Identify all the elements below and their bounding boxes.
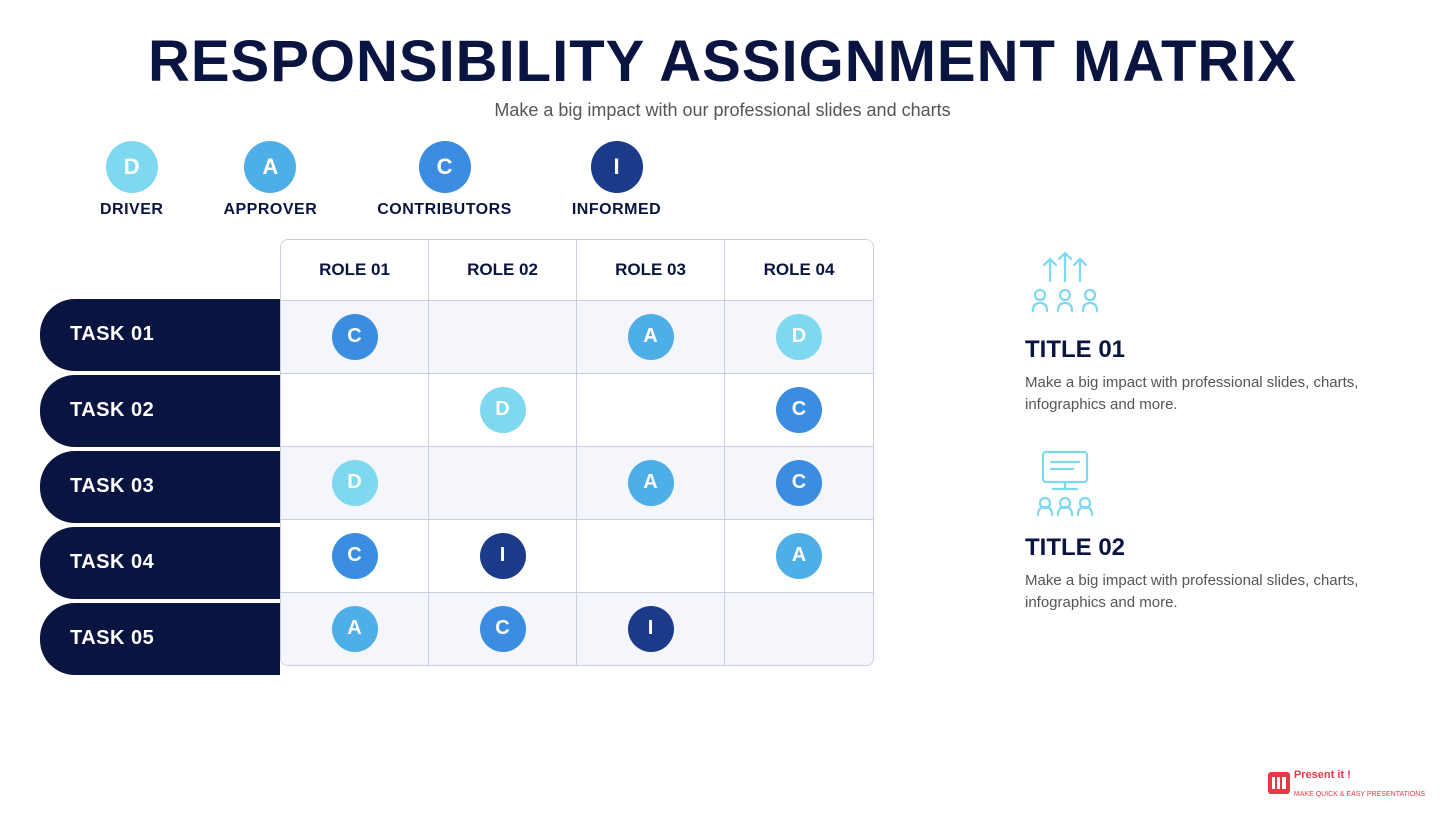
matrix-cell-r3-c2: [429, 447, 577, 519]
legend-label-informed: INFORMED: [572, 201, 661, 219]
legend-badge-informed: I: [591, 141, 643, 193]
matrix-body: CADDCDACCIAACI: [281, 301, 873, 665]
cell-badge-r3-c3: A: [628, 460, 674, 506]
matrix-row-3: DAC: [281, 447, 873, 520]
matrix-cell-r5-c2: C: [429, 593, 577, 665]
matrix-cell-r3-c4: C: [725, 447, 873, 519]
cell-badge-r4-c2: I: [480, 533, 526, 579]
legend-item-contributors: C CONTRIBUTORS: [377, 141, 512, 219]
matrix-header-col-3: ROLE 03: [577, 240, 725, 300]
legend-item-approver: A APPROVER: [223, 141, 317, 219]
legend-badge-contributors: C: [419, 141, 471, 193]
subtitle: Make a big impact with our professional …: [40, 100, 1405, 121]
matrix-row-4: CIA: [281, 520, 873, 593]
cell-badge-r3-c1: D: [332, 460, 378, 506]
task-labels: TASK 01TASK 02TASK 03TASK 04TASK 05: [40, 299, 280, 679]
right-card-2: TITLE 02 Make a big impact with professi…: [1025, 447, 1405, 615]
matrix-header-col-4: ROLE 04: [725, 240, 873, 300]
cell-badge-r5-c2: C: [480, 606, 526, 652]
matrix-cell-r3-c1: D: [281, 447, 429, 519]
header: RESPONSIBILITY ASSIGNMENT MATRIX Make a …: [40, 30, 1405, 121]
matrix-header-row: ROLE 01ROLE 02ROLE 03ROLE 04: [281, 240, 873, 301]
watermark-icon: [1268, 772, 1290, 794]
card-text-2: Make a big impact with professional slid…: [1025, 570, 1405, 615]
matrix-cell-r2-c2: D: [429, 374, 577, 446]
matrix-cell-r2-c3: [577, 374, 725, 446]
matrix-row-2: DC: [281, 374, 873, 447]
task-label-2: TASK 02: [40, 375, 280, 447]
matrix-cell-r5-c4: [725, 593, 873, 665]
task-label-1: TASK 01: [40, 299, 280, 371]
matrix-container: TASK 01TASK 02TASK 03TASK 04TASK 05 ROLE…: [40, 239, 995, 679]
legend-badge-approver: A: [244, 141, 296, 193]
matrix-table: ROLE 01ROLE 02ROLE 03ROLE 04 CADDCDACCIA…: [280, 239, 874, 666]
card-text-1: Make a big impact with professional slid…: [1025, 372, 1405, 417]
table-section: TASK 01TASK 02TASK 03TASK 04TASK 05 ROLE…: [40, 239, 995, 679]
matrix-row-5: ACI: [281, 593, 873, 665]
task-label-4: TASK 04: [40, 527, 280, 599]
cell-badge-r4-c1: C: [332, 533, 378, 579]
matrix-cell-r2-c1: [281, 374, 429, 446]
matrix-cell-r4-c1: C: [281, 520, 429, 592]
watermark: Present it ! MAKE QUICK & EASY PRESENTAT…: [1268, 765, 1425, 801]
matrix-cell-r4-c4: A: [725, 520, 873, 592]
content-area: TASK 01TASK 02TASK 03TASK 04TASK 05 ROLE…: [40, 239, 1405, 679]
matrix-header-col-1: ROLE 01: [281, 240, 429, 300]
cell-badge-r2-c4: C: [776, 387, 822, 433]
cell-badge-r1-c1: C: [332, 314, 378, 360]
card-icon-1: [1025, 249, 1405, 324]
page-wrapper: RESPONSIBILITY ASSIGNMENT MATRIX Make a …: [0, 0, 1445, 813]
matrix-cell-r1-c1: C: [281, 301, 429, 373]
matrix-cell-r1-c4: D: [725, 301, 873, 373]
card-icon-2: [1025, 447, 1405, 522]
cell-badge-r4-c4: A: [776, 533, 822, 579]
card-title-1: TITLE 01: [1025, 336, 1405, 364]
matrix-cell-r1-c3: A: [577, 301, 725, 373]
cell-badge-r1-c3: A: [628, 314, 674, 360]
legend-label-driver: DRIVER: [100, 201, 163, 219]
matrix-cell-r5-c1: A: [281, 593, 429, 665]
main-title: RESPONSIBILITY ASSIGNMENT MATRIX: [40, 30, 1405, 94]
legend-label-contributors: CONTRIBUTORS: [377, 201, 512, 219]
cell-badge-r2-c2: D: [480, 387, 526, 433]
matrix-cell-r4-c2: I: [429, 520, 577, 592]
task-label-5: TASK 05: [40, 603, 280, 675]
cell-badge-r5-c3: I: [628, 606, 674, 652]
matrix-cell-r1-c2: [429, 301, 577, 373]
matrix-cell-r5-c3: I: [577, 593, 725, 665]
legend-item-informed: I INFORMED: [572, 141, 661, 219]
right-card-1: TITLE 01 Make a big impact with professi…: [1025, 249, 1405, 417]
matrix-row-1: CAD: [281, 301, 873, 374]
cell-badge-r5-c1: A: [332, 606, 378, 652]
legend-badge-driver: D: [106, 141, 158, 193]
matrix-cell-r3-c3: A: [577, 447, 725, 519]
matrix-cell-r4-c3: [577, 520, 725, 592]
legend: D DRIVER A APPROVER C CONTRIBUTORS I INF…: [100, 141, 1405, 219]
legend-label-approver: APPROVER: [223, 201, 317, 219]
task-label-3: TASK 03: [40, 451, 280, 523]
matrix-cell-r2-c4: C: [725, 374, 873, 446]
legend-item-driver: D DRIVER: [100, 141, 163, 219]
right-panel: TITLE 01 Make a big impact with professi…: [1025, 239, 1405, 615]
cell-badge-r1-c4: D: [776, 314, 822, 360]
matrix-header-col-2: ROLE 02: [429, 240, 577, 300]
watermark-text: Present it ! MAKE QUICK & EASY PRESENTAT…: [1294, 765, 1425, 801]
cell-badge-r3-c4: C: [776, 460, 822, 506]
card-title-2: TITLE 02: [1025, 534, 1405, 562]
